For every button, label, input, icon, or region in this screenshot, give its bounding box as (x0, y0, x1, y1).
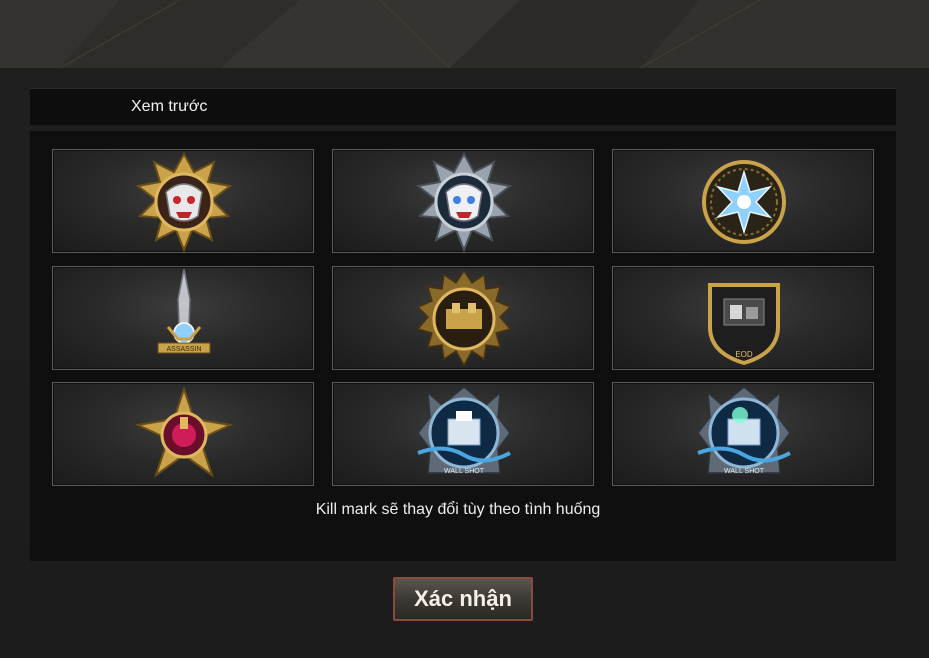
top-banner (0, 0, 929, 68)
demon-skull-gold-icon (135, 151, 233, 253)
assassin-sword-icon: ASSASSIN (157, 268, 211, 354)
shield-emblem-icon: EOD (708, 283, 780, 366)
wall-shot-banner-text: WALL SHOT (444, 468, 485, 475)
wall-shot-alt-banner-text: WALL SHOT (724, 468, 765, 475)
kill-mark-card-1[interactable] (52, 149, 314, 253)
eod-banner-text: EOD (735, 350, 753, 359)
wall-shot-emblem-alt-icon: WALL SHOT (697, 386, 791, 475)
kill-mark-card-7[interactable] (52, 382, 314, 486)
confirm-button[interactable]: Xác nhận (393, 577, 533, 621)
kill-mark-card-2[interactable] (332, 149, 594, 253)
demon-skull-silver-icon (415, 151, 513, 253)
cross-medal-ruby-icon (134, 385, 234, 478)
kill-mark-card-8[interactable]: WALL SHOT (332, 382, 594, 486)
header-bar: Xem trước (30, 88, 896, 125)
kill-mark-card-6[interactable]: EOD (612, 266, 874, 370)
spiked-sun-medal-icon (416, 269, 512, 367)
wall-shot-emblem-icon: WALL SHOT (417, 386, 511, 475)
header-title: Xem trước (131, 98, 208, 115)
kill-mark-card-3[interactable] (612, 149, 874, 253)
kill-mark-card-5[interactable] (332, 266, 594, 370)
kill-mark-card-9[interactable]: WALL SHOT (612, 382, 874, 486)
kill-mark-note: Kill mark sẽ thay đổi tùy theo tình huốn… (315, 501, 601, 518)
ice-star-emblem-icon (702, 160, 786, 244)
assassin-banner-text: ASSASSIN (166, 346, 201, 353)
kill-mark-card-4[interactable]: ASSASSIN (52, 266, 314, 370)
